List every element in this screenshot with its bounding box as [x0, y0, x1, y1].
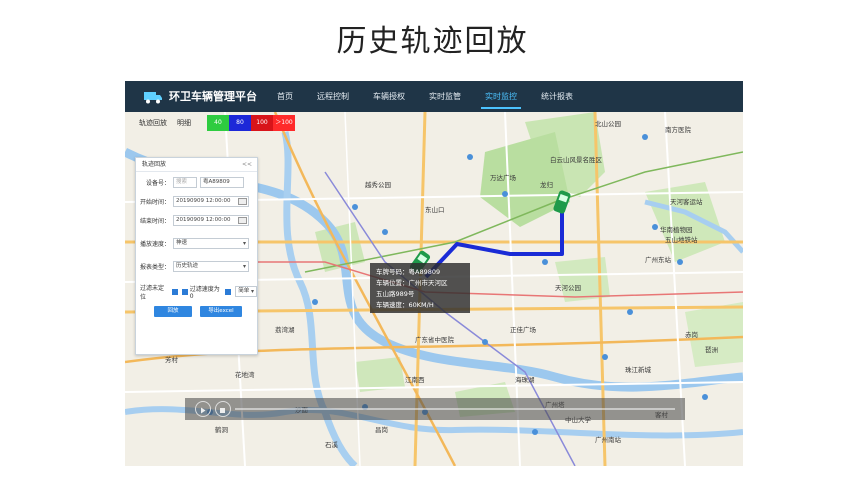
detail-label[interactable]: 明细 — [177, 118, 191, 128]
map-place-label: 天河客运站 — [670, 197, 703, 206]
panel-actions: 回放 导出excel — [136, 306, 257, 317]
start-time-label: 开始时间： — [139, 199, 170, 206]
device-label: 设备号： — [145, 180, 170, 187]
speed-row: 播放速度： 神速 — [136, 235, 257, 252]
end-time-label: 结束时间： — [139, 218, 170, 225]
track-toolbar: 轨迹回放 明细 40 80 100 ＞100 — [125, 112, 305, 134]
map-place-label: 荔湾湖 — [275, 325, 295, 334]
play-icon[interactable] — [195, 401, 211, 417]
track-replay-panel: 轨迹回放 << 设备号： 搜索 粤A89809 开始时间： 20190909 1… — [135, 157, 258, 355]
speed-legend-item: 100 — [251, 115, 273, 131]
calendar-icon[interactable] — [238, 217, 247, 224]
map-place-label: 白云山风景名胜区 — [550, 155, 603, 164]
device-row: 设备号： 搜索 粤A89809 — [136, 174, 257, 191]
speed-label: 播放速度： — [139, 241, 170, 248]
map-place-label: 东山口 — [425, 205, 445, 214]
end-time-field[interactable]: 20190909 12:00:00 — [173, 215, 249, 226]
speed-legend-item: 80 — [229, 115, 251, 131]
map-place-label: 赤岗 — [685, 331, 698, 339]
map-place-label: 北山公园 — [595, 119, 621, 128]
nav-item-3[interactable]: 实时监管 — [417, 81, 473, 112]
brand[interactable]: 环卫车辆管理平台 — [143, 88, 257, 104]
calendar-icon[interactable] — [238, 198, 247, 205]
speed-legend: 40 80 100 ＞100 — [207, 115, 295, 131]
filter-unlocated-label: 过滤未定位 — [140, 284, 165, 301]
tooltip-speed: 车辆速度：60KM/H — [376, 301, 434, 309]
replay-button[interactable]: 回放 — [154, 306, 192, 317]
map-place-label: 石溪 — [325, 440, 339, 449]
map-place-label: 昌岗 — [375, 426, 388, 434]
top-navbar: 环卫车辆管理平台 首页 远程控制 车辆授权 实时监管 实时监控 统计报表 — [125, 81, 743, 112]
report-type-select[interactable]: 历史轨迹 — [173, 261, 249, 272]
playback-progress-track[interactable] — [235, 408, 675, 410]
device-number-field[interactable]: 粤A89809 — [200, 177, 244, 188]
vehicle-info-tooltip: 车牌号码：粤A89809 车辆位置：广州市天河区 五山路989号 车辆速度：60… — [370, 263, 470, 313]
tooltip-plate: 车牌号码：粤A89809 — [376, 268, 441, 276]
app-window: 南方医院 北山公园白云山风景名胜区万达广场龙归华南植物园 天河客运站广州东站 五山地铁… — [125, 81, 743, 466]
start-time-field[interactable]: 20190909 12:00:00 — [173, 196, 249, 207]
map-place-label: 广州南站 — [595, 435, 622, 444]
speed-legend-item: ＞100 — [273, 115, 295, 131]
device-search-input[interactable]: 搜索 — [173, 177, 197, 188]
stop-icon[interactable] — [215, 401, 231, 417]
map-place-label: 江南西 — [405, 375, 425, 384]
nav-item-5[interactable]: 统计报表 — [529, 81, 585, 112]
map-place-label: 鹤洞 — [215, 425, 229, 434]
map-place-label: 正佳广场 — [510, 325, 537, 334]
filter-mode-select[interactable]: 简单 — [235, 286, 258, 297]
map-place-label: 龙归 — [540, 180, 553, 189]
map-place-label: 海珠湖 — [515, 375, 535, 384]
start-time-row: 开始时间： 20190909 12:00:00 — [136, 193, 257, 210]
map-place-label: 天河公园 — [555, 284, 581, 292]
track-replay-label[interactable]: 轨迹回放 — [139, 118, 167, 128]
nav-item-4[interactable]: 实时监控 — [473, 81, 529, 112]
map-place-label: 南方医院 — [665, 125, 692, 134]
report-type-label: 报表类型： — [139, 264, 170, 271]
filter-mode-checkbox[interactable] — [225, 288, 232, 295]
collapse-icon[interactable]: << — [242, 158, 252, 172]
map-place-label: 万达广场 — [490, 173, 517, 182]
filter-speed-label: 过滤速度为0 — [189, 285, 220, 300]
end-time-row: 结束时间： 20190909 12:00:00 — [136, 212, 257, 229]
brand-label: 环卫车辆管理平台 — [169, 90, 257, 103]
tooltip-address: 五山路989号 — [376, 290, 415, 298]
map-place-label: 五山地铁站 — [665, 235, 698, 244]
tooltip-location: 车辆位置：广州市天河区 — [376, 279, 448, 287]
map-place-label: 华南植物园 — [660, 225, 693, 234]
report-row: 报表类型： 历史轨迹 — [136, 258, 257, 275]
filter-unlocated-checkbox[interactable] — [171, 288, 178, 295]
panel-title: 轨迹回放 — [142, 161, 167, 168]
speed-legend-item: 40 — [207, 115, 229, 131]
nav-item-1[interactable]: 远程控制 — [305, 81, 361, 112]
truck-icon — [143, 89, 163, 104]
filter-speed-checkbox[interactable] — [181, 288, 188, 295]
map-place-label: 芳村 — [165, 355, 179, 364]
nav-item-2[interactable]: 车辆授权 — [361, 81, 417, 112]
map-place-label: 广州东站 — [645, 255, 672, 264]
panel-header: 轨迹回放 << — [136, 158, 257, 172]
map-place-label: 广东省中医院 — [415, 335, 455, 344]
page-title: 历史轨迹回放 — [336, 24, 529, 59]
nav-item-0[interactable]: 首页 — [265, 81, 305, 112]
start-time-value: 20190909 12:00:00 — [176, 198, 231, 204]
map-place-label: 越秀公园 — [365, 180, 391, 189]
map-place-label: 珠江新城 — [625, 365, 652, 374]
filter-row: 过滤未定位 过滤速度为0 简单 — [136, 283, 258, 301]
map-place-label: 琶洲 — [705, 346, 718, 354]
map-place-label: 花地湾 — [235, 370, 255, 379]
main-nav: 首页 远程控制 车辆授权 实时监管 实时监控 统计报表 — [265, 81, 585, 112]
playback-speed-select[interactable]: 神速 — [173, 238, 249, 249]
export-excel-button[interactable]: 导出excel — [200, 306, 242, 317]
playback-bar — [185, 398, 685, 420]
end-time-value: 20190909 12:00:00 — [176, 217, 231, 223]
